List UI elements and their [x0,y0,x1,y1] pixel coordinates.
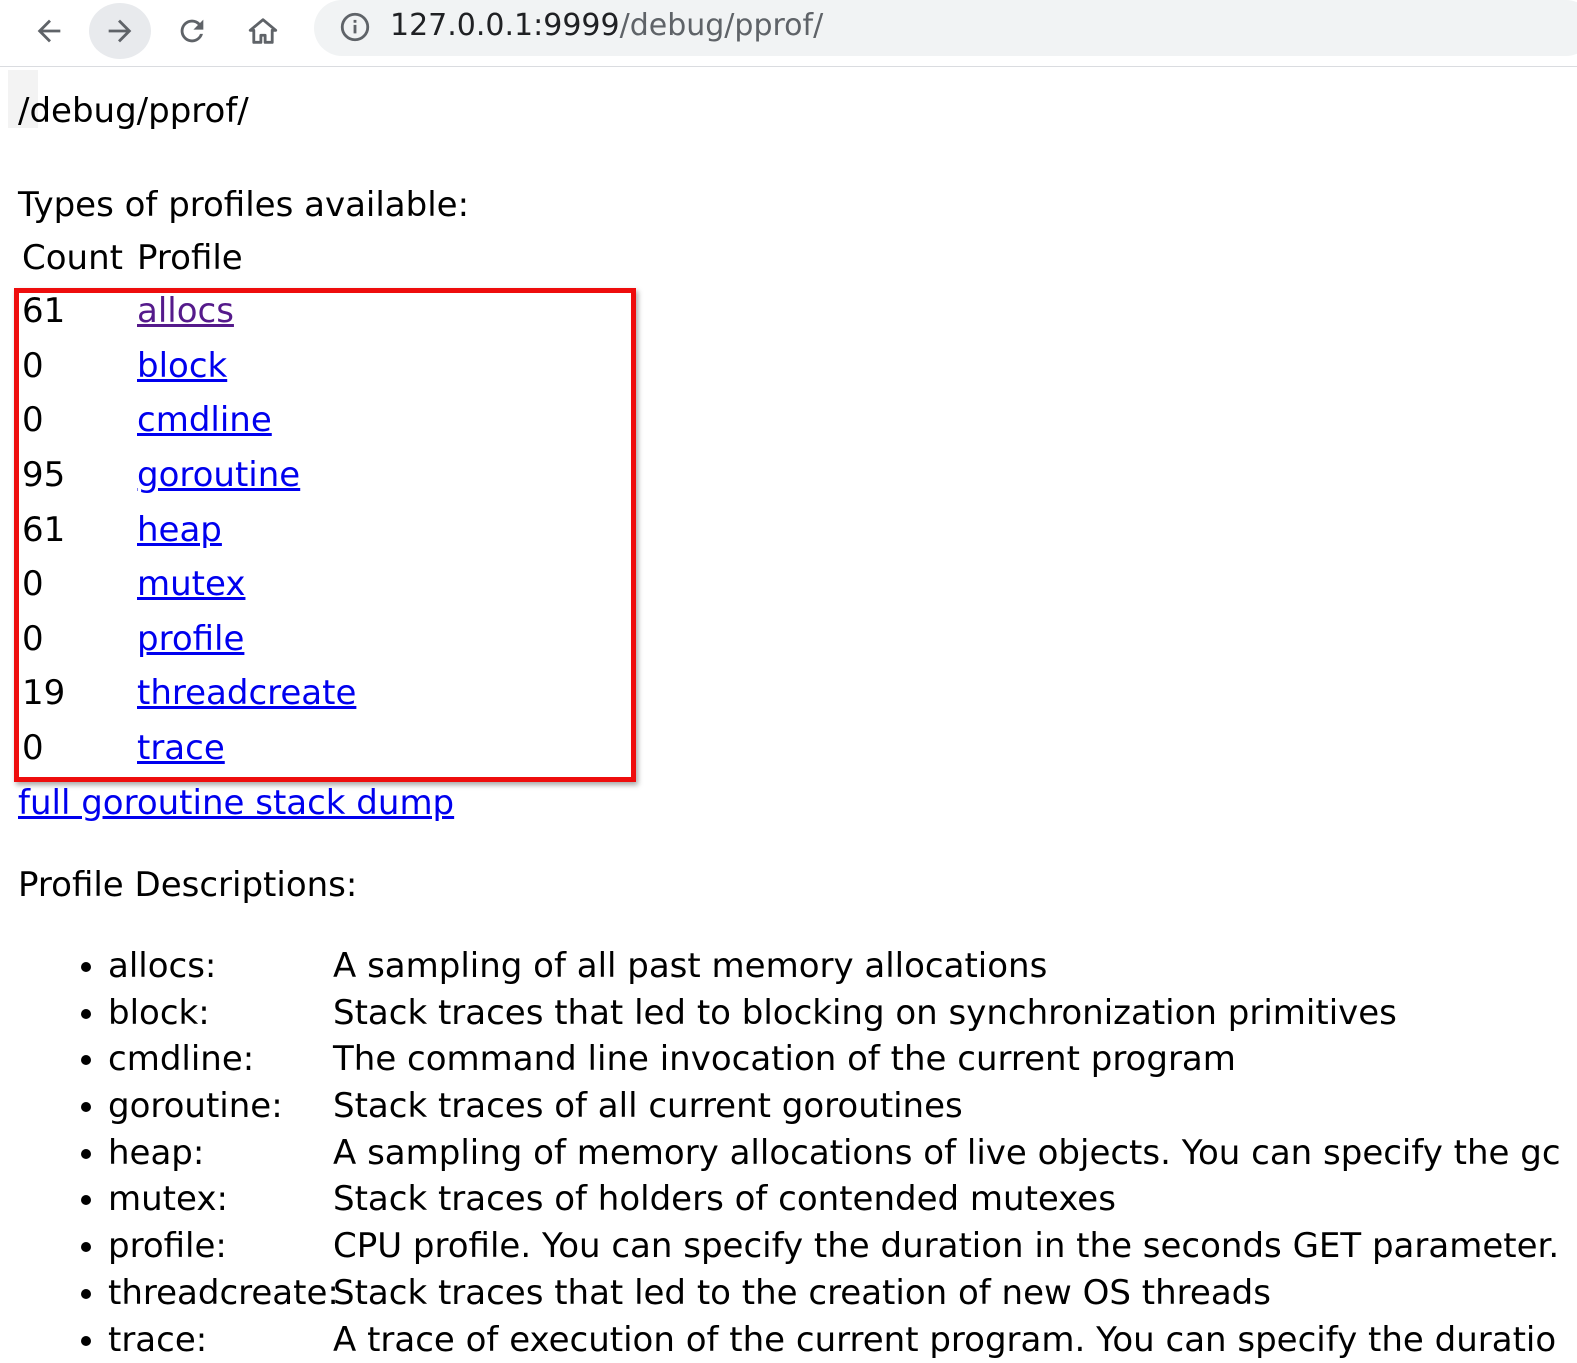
list-item: cmdline:The command line invocation of t… [108,1036,1561,1083]
description-name: allocs: [108,943,333,989]
count-cell: 0 [22,393,137,448]
description-text: CPU profile. You can specify the duratio… [333,1226,1559,1266]
count-cell: 0 [22,612,137,667]
reload-icon [175,14,209,48]
url-text[interactable]: 127.0.0.1:9999/debug/pprof/ [390,6,823,46]
page-content: /debug/pprof/ Types of profiles availabl… [18,70,1577,1359]
description-text: Stack traces of all current goroutines [333,1086,963,1126]
info-icon[interactable] [338,10,372,44]
profile-link-allocs[interactable]: allocs [137,291,234,331]
profile-link-cmdline[interactable]: cmdline [137,400,272,440]
profile-header: Profile [137,232,356,284]
forward-button[interactable] [89,3,151,59]
description-name: block: [108,990,333,1036]
description-name: mutex: [108,1176,333,1222]
description-text: The command line invocation of the curre… [333,1039,1236,1079]
page-title: /debug/pprof/ [18,88,249,134]
table-row: 0 trace [22,721,356,776]
profile-link-heap[interactable]: heap [137,510,222,550]
table-row: 0 cmdline [22,393,356,448]
table-row: 61 allocs [22,284,356,339]
profile-link-profile[interactable]: profile [137,619,244,659]
count-cell: 0 [22,339,137,394]
back-button[interactable] [19,3,79,59]
table-header-row: Count Profile [22,232,356,284]
description-text: A sampling of all past memory allocation… [333,946,1047,986]
table-row: 95 goroutine [22,448,356,503]
description-name: cmdline: [108,1036,333,1082]
count-cell: 0 [22,721,137,776]
list-item: block:Stack traces that led to blocking … [108,990,1561,1037]
types-heading: Types of profiles available: [18,182,469,228]
url-host: 127.0.0.1:9999 [390,8,620,43]
list-item: trace:A trace of execution of the curren… [108,1317,1561,1363]
url-path: /debug/pprof/ [620,8,824,43]
reload-button[interactable] [162,3,222,59]
table-row: 61 heap [22,502,356,557]
descriptions-heading: Profile Descriptions: [18,862,357,908]
list-item: goroutine:Stack traces of all current go… [108,1083,1561,1130]
browser-toolbar: 127.0.0.1:9999/debug/pprof/ [0,0,1577,67]
profiles-table: Count Profile 61 allocs 0 block 0 cmdlin… [22,232,356,775]
table-row: 19 threadcreate [22,666,356,721]
list-item: profile:CPU profile. You can specify the… [108,1223,1561,1270]
list-item: mutex:Stack traces of holders of contend… [108,1176,1561,1223]
description-name: goroutine: [108,1083,333,1129]
home-button[interactable] [233,3,293,59]
profile-link-trace[interactable]: trace [137,728,225,768]
description-name: threadcreate: [108,1270,333,1316]
profile-link-mutex[interactable]: mutex [137,564,245,604]
count-cell: 19 [22,666,137,721]
description-text: Stack traces that led to blocking on syn… [333,993,1397,1033]
description-name: trace: [108,1317,333,1363]
table-row: 0 mutex [22,557,356,612]
profile-link-block[interactable]: block [137,346,227,386]
descriptions-list: allocs:A sampling of all past memory all… [108,943,1561,1363]
list-item: heap:A sampling of memory allocations of… [108,1130,1561,1177]
back-icon [32,14,66,48]
profile-link-goroutine[interactable]: goroutine [137,455,300,495]
description-text: A sampling of memory allocations of live… [333,1133,1561,1173]
list-item: allocs:A sampling of all past memory all… [108,943,1561,990]
description-name: profile: [108,1223,333,1269]
count-cell: 0 [22,557,137,612]
count-header: Count [22,232,137,284]
table-row: 0 block [22,339,356,394]
count-cell: 61 [22,502,137,557]
full-goroutine-dump-link[interactable]: full goroutine stack dump [18,783,454,823]
home-icon [246,14,280,48]
description-text: Stack traces of holders of contended mut… [333,1179,1116,1219]
forward-icon [103,14,137,48]
table-row: 0 profile [22,612,356,667]
description-text: Stack traces that led to the creation of… [333,1273,1271,1313]
address-bar[interactable]: 127.0.0.1:9999/debug/pprof/ [314,0,1577,56]
list-item: threadcreate:Stack traces that led to th… [108,1270,1561,1317]
description-text: A trace of execution of the current prog… [333,1320,1556,1360]
count-cell: 95 [22,448,137,503]
description-name: heap: [108,1130,333,1176]
profile-link-threadcreate[interactable]: threadcreate [137,673,356,713]
count-cell: 61 [22,284,137,339]
